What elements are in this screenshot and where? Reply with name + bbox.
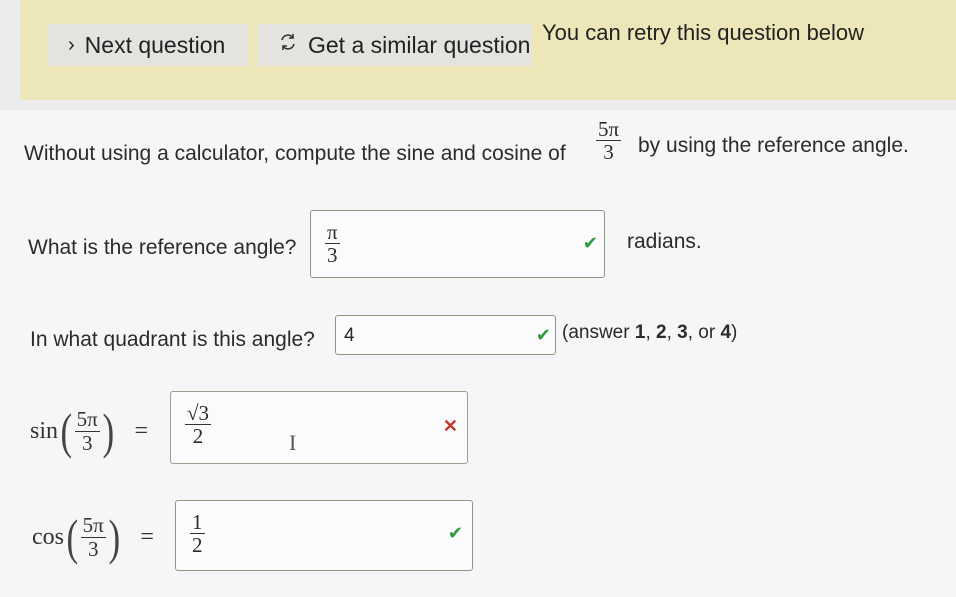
reference-angle-label: What is the reference angle? [28,236,297,259]
reference-angle-denominator: 3 [327,243,338,268]
hint-or: , or [687,322,721,343]
question-angle-denominator: 3 [603,140,614,165]
cosine-arg-numerator: 5π [80,513,106,538]
text-cursor-icon: I [289,430,297,455]
right-paren: ) [102,403,114,459]
quadrant-value: 4 [344,325,355,346]
cosine-equals: = [140,523,154,550]
cosine-answer-numerator: 1 [190,510,205,535]
radians-unit: radians. [627,230,702,253]
chevron-right-icon: › [68,33,75,56]
sine-equals: = [134,417,148,444]
quadrant-label: In what quadrant is this angle? [30,328,315,351]
sine-expression: sin ( 5π 3 ) = [30,402,148,460]
sine-answer: √3 2 [185,401,212,449]
hint-separator: , [645,322,656,343]
reference-angle-input[interactable]: π 3 ✔ [310,210,605,278]
cosine-expression: cos ( 5π 3 ) = [32,508,154,566]
similar-question-label: Get a similar question [308,31,531,58]
question-angle: 5π 3 [596,117,622,165]
cosine-function: cos [32,523,64,550]
x-icon: ✕ [442,416,458,436]
retry-text: You can retry this question below [542,20,865,45]
hint-option-2: 2 [656,322,667,343]
quadrant-hint: (answer 1, 2, 3, or 4) [562,322,737,344]
similar-question-button[interactable]: Get a similar question [258,24,532,66]
left-paren: ( [60,403,73,459]
sine-arg-numerator: 5π [74,407,100,432]
reference-angle-numerator: π [325,220,340,245]
sine-answer-denominator: 2 [192,424,204,449]
hint-option-1: 1 [634,322,646,343]
sine-answer-numerator: √3 [185,401,212,426]
cosine-input[interactable]: 1 2 ✔ [175,500,473,571]
reference-angle-value: π 3 [325,221,340,266]
sine-arg-denominator: 3 [81,430,93,455]
question-angle-numerator: 5π [596,117,622,142]
question-suffix: by using the reference angle. [638,134,909,157]
left-paren: ( [66,509,79,565]
hint-option-4: 4 [720,322,732,343]
next-question-label: Next question [84,31,226,58]
hint-separator: , [666,322,678,343]
quadrant-input[interactable]: 4 ✔ [335,315,556,355]
cosine-answer: 1 2 [190,511,205,556]
sine-function: sin [30,417,59,444]
cosine-arg-denominator: 3 [87,536,99,561]
check-icon: ✔ [535,325,551,345]
hint-option-3: 3 [677,322,688,343]
sine-input[interactable]: √3 2 I ✕ [170,391,468,464]
hint-suffix: ) [731,322,738,343]
refresh-icon [278,32,298,58]
check-icon: ✔ [447,523,463,543]
hint-prefix: (answer [562,322,635,343]
right-paren: ) [108,509,120,565]
cosine-answer-denominator: 2 [192,533,203,558]
question-prefix: Without using a calculator, compute the … [24,142,566,165]
next-question-button[interactable]: › Next question [48,24,248,66]
check-icon: ✔ [582,233,598,253]
